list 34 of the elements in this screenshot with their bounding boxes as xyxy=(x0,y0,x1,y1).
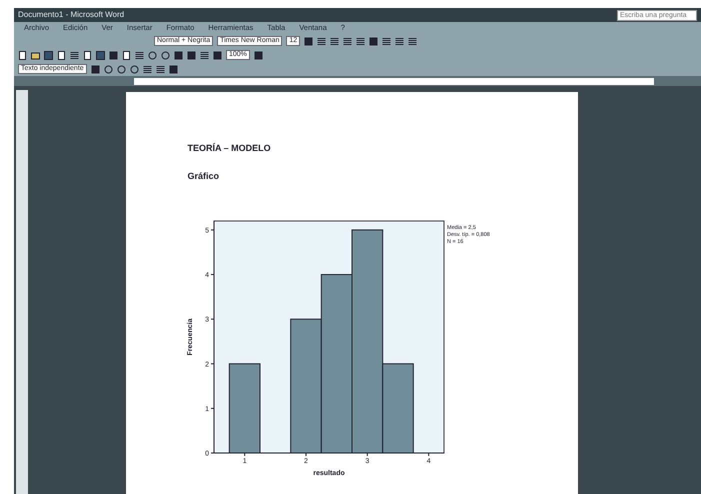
square-icon[interactable] xyxy=(213,50,222,60)
page-icon[interactable] xyxy=(83,50,92,60)
circle-icon[interactable] xyxy=(161,50,170,60)
window-title: Documento1 - Microsoft Word xyxy=(18,9,124,21)
circle-icon[interactable] xyxy=(104,64,113,74)
square-icon[interactable] xyxy=(254,50,263,60)
square-icon[interactable] xyxy=(369,36,378,46)
document-heading: TEORÍA – MODELO xyxy=(188,142,272,155)
text-lines-icon[interactable] xyxy=(317,36,326,46)
circle-icon[interactable] xyxy=(116,64,126,74)
text-lines-icon[interactable] xyxy=(395,36,404,46)
page-icon[interactable] xyxy=(57,50,66,60)
folder-icon[interactable] xyxy=(31,50,40,60)
square-icon[interactable] xyxy=(90,64,100,74)
square-icon[interactable] xyxy=(304,36,314,46)
text-lines-icon[interactable] xyxy=(142,64,152,74)
text-lines-icon[interactable] xyxy=(408,36,418,46)
square-icon[interactable] xyxy=(187,50,196,60)
square-icon[interactable] xyxy=(109,50,118,60)
text-lines-icon[interactable] xyxy=(156,64,165,74)
text-lines-icon[interactable] xyxy=(382,36,392,46)
circle-icon[interactable] xyxy=(148,50,157,60)
square-icon[interactable] xyxy=(174,50,183,60)
section-heading: Gráfico xyxy=(188,170,220,182)
text-lines-icon[interactable] xyxy=(200,50,209,60)
circle-icon[interactable] xyxy=(130,64,139,74)
text-lines-icon[interactable] xyxy=(356,36,366,46)
square-icon[interactable] xyxy=(168,64,178,74)
page-icon[interactable] xyxy=(18,50,27,60)
text-lines-icon[interactable] xyxy=(343,36,352,46)
page-icon[interactable] xyxy=(122,50,131,60)
text-lines-icon[interactable] xyxy=(70,50,79,60)
text-lines-icon[interactable] xyxy=(135,50,144,60)
text-lines-icon[interactable] xyxy=(330,36,340,46)
